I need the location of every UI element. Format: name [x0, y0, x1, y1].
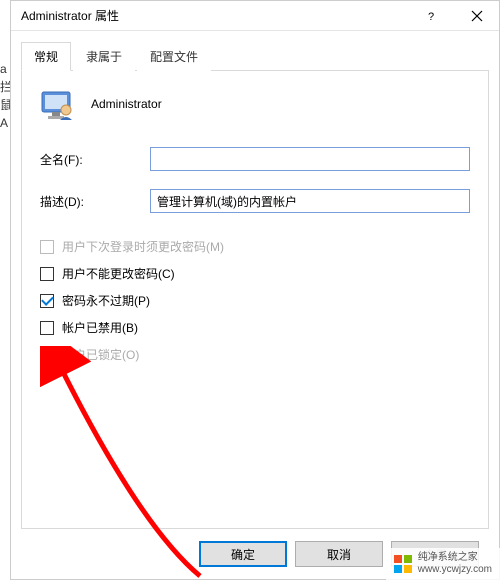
checkbox-label: 密码永不过期(P) — [62, 292, 150, 309]
help-button[interactable]: ? — [409, 1, 454, 30]
checkbox-cannot-change-password[interactable]: 用户不能更改密码(C) — [40, 265, 470, 282]
tab-general[interactable]: 常规 — [21, 42, 71, 71]
checkbox-icon — [40, 240, 54, 254]
properties-dialog: Administrator 属性 ? 常规 隶属于 配置文件 — [10, 0, 500, 580]
checkbox-icon — [40, 348, 54, 362]
description-input[interactable] — [150, 189, 470, 213]
watermark-line2: www.ycwjzy.com — [418, 564, 492, 576]
checkbox-must-change-password: 用户下次登录时须更改密码(M) — [40, 238, 470, 255]
checkbox-group: 用户下次登录时须更改密码(M) 用户不能更改密码(C) 密码永不过期(P) 帐户… — [40, 238, 470, 363]
description-row: 描述(D): — [40, 189, 470, 213]
watermark-text: 纯净系统之家 www.ycwjzy.com — [418, 552, 492, 576]
checkbox-icon — [40, 294, 54, 308]
description-label: 描述(D): — [40, 193, 150, 210]
checkbox-account-disabled[interactable]: 帐户已禁用(B) — [40, 319, 470, 336]
watermark-logo-icon — [394, 555, 412, 573]
checkbox-account-locked: 帐户已锁定(O) — [40, 346, 470, 363]
checkbox-icon — [40, 267, 54, 281]
user-icon — [40, 86, 76, 122]
checkbox-label: 帐户已禁用(B) — [62, 319, 138, 336]
checkbox-label: 用户下次登录时须更改密码(M) — [62, 238, 224, 255]
window-title: Administrator 属性 — [21, 7, 119, 24]
watermark-line1: 纯净系统之家 — [418, 552, 492, 564]
close-button[interactable] — [454, 1, 499, 30]
close-icon — [471, 10, 483, 22]
checkbox-label: 帐户已锁定(O) — [62, 346, 139, 363]
user-header: Administrator — [40, 86, 470, 122]
fullname-row: 全名(F): — [40, 147, 470, 171]
tab-member-of[interactable]: 隶属于 — [73, 42, 135, 71]
checkbox-icon — [40, 321, 54, 335]
ok-button[interactable]: 确定 — [199, 541, 287, 567]
user-name: Administrator — [91, 97, 162, 111]
window-controls: ? — [409, 1, 499, 30]
fullname-input[interactable] — [150, 147, 470, 171]
fullname-label: 全名(F): — [40, 151, 150, 168]
checkbox-password-never-expires[interactable]: 密码永不过期(P) — [40, 292, 470, 309]
svg-text:?: ? — [428, 11, 434, 22]
cancel-button[interactable]: 取消 — [295, 541, 383, 567]
tabs: 常规 隶属于 配置文件 — [21, 41, 489, 71]
help-icon: ? — [426, 10, 438, 22]
watermark: 纯净系统之家 www.ycwjzy.com — [386, 548, 500, 580]
tab-profile[interactable]: 配置文件 — [137, 42, 211, 71]
dialog-content: 常规 隶属于 配置文件 Administrator 全名(F): — [11, 31, 499, 579]
background-partial-text: a拦鼠A — [0, 60, 10, 132]
tab-body-general: Administrator 全名(F): 描述(D): 用户下次登录时须更改密码… — [21, 71, 489, 529]
titlebar: Administrator 属性 ? — [11, 1, 499, 31]
checkbox-label: 用户不能更改密码(C) — [62, 265, 175, 282]
